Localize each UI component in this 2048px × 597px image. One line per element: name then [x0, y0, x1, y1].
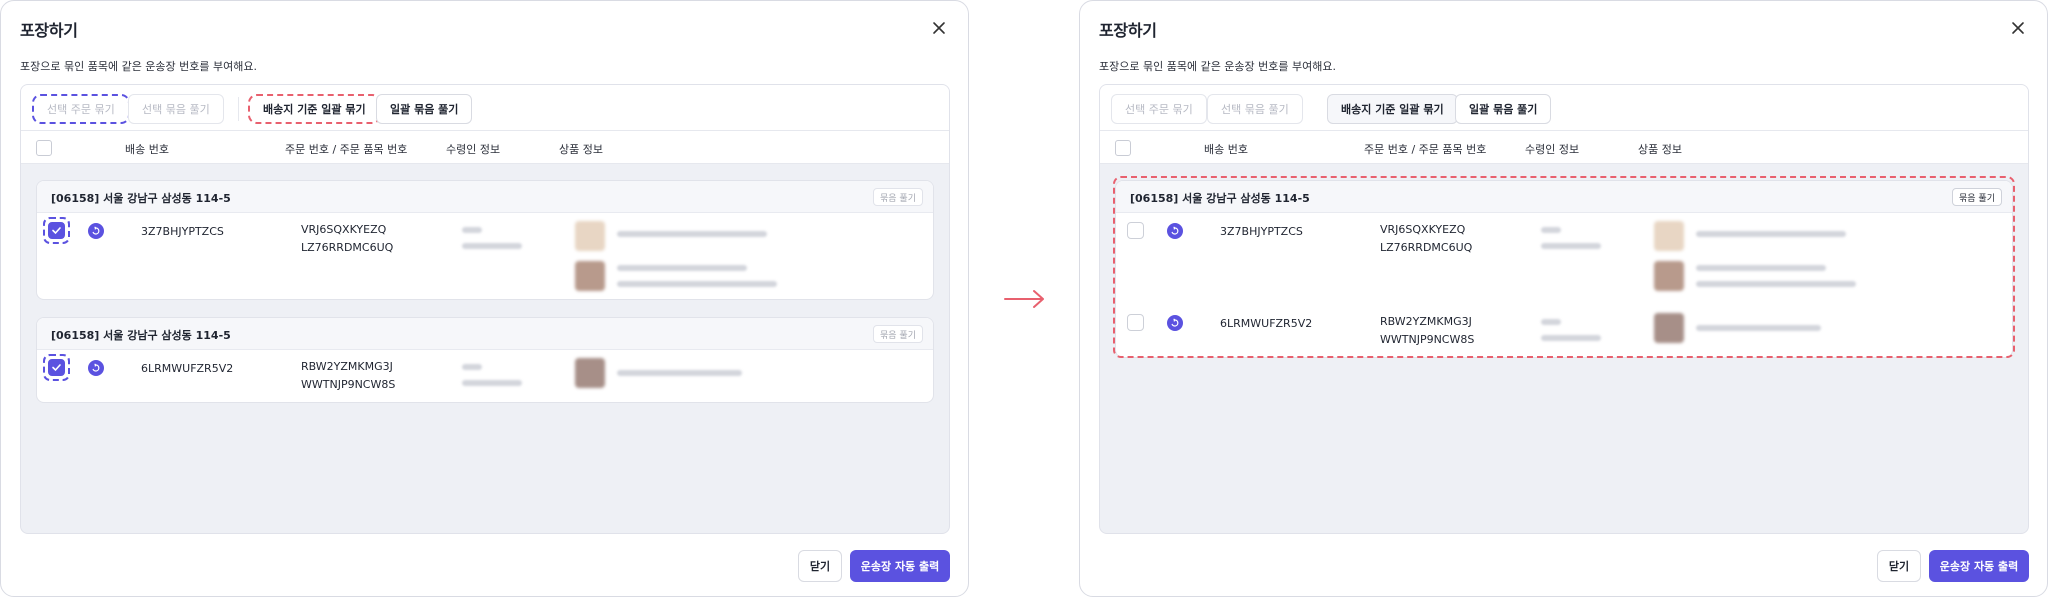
toolbar-divider: [238, 97, 239, 121]
column-shipping-no: 배송 번호: [125, 143, 169, 156]
order-item-number: LZ76RRDMC6UQ: [301, 241, 394, 254]
order-numbers: RBW2YZMKMG3J WWTNJP9NCW8S: [301, 358, 395, 394]
group-unbundle-button[interactable]: 묶음 풀기: [873, 188, 923, 206]
group-address: [06158] 서울 강남구 삼성동 114-5: [51, 329, 231, 342]
product-thumbnail: [575, 261, 605, 291]
select-all-checkbox[interactable]: [36, 140, 52, 156]
unbundle-all-button[interactable]: 일괄 묶음 풀기: [1455, 94, 1552, 124]
close-icon[interactable]: [928, 17, 950, 39]
bundle-by-destination-button[interactable]: 배송지 기준 일괄 묶기: [1327, 94, 1458, 124]
product-thumbnail: [575, 221, 605, 251]
table-header: 배송 번호 주문 번호 / 주문 품목 번호 수령인 정보 상품 정보: [21, 131, 949, 164]
shipping-number: 3Z7BHJYPTZCS: [141, 225, 224, 238]
print-waybill-button[interactable]: 운송장 자동 출력: [1929, 550, 2029, 582]
product-blurred: [617, 281, 777, 287]
right-arrow-icon: [1004, 290, 1044, 308]
group-unbundle-button[interactable]: 묶음 풀기: [873, 325, 923, 343]
bundle-selected-orders-button[interactable]: 선택 주문 묶기: [32, 94, 130, 124]
recipient-blurred: [462, 243, 522, 249]
table-row: 3Z7BHJYPTZCS VRJ6SQXKYEZQ LZ76RRDMC6UQ: [37, 213, 933, 299]
column-order-no: 주문 번호 / 주문 품목 번호: [285, 143, 408, 156]
dialog-title: 포장하기: [1099, 21, 1157, 40]
order-item-number: WWTNJP9NCW8S: [301, 378, 396, 391]
shipping-status-icon: [88, 360, 104, 376]
shipping-status-icon: [88, 223, 104, 239]
column-recipient: 수령인 정보: [1525, 143, 1580, 156]
row-checkbox[interactable]: [48, 359, 65, 376]
shipping-number: 6LRMWUFZR5V2: [141, 362, 234, 375]
column-product: 상품 정보: [1638, 143, 1682, 156]
bundle-group: [06158] 서울 강남구 삼성동 114-5 묶음 풀기 6LRMWUFZR…: [36, 317, 934, 403]
order-number: RBW2YZMKMG3J: [301, 360, 393, 373]
product-thumbnail: [575, 358, 605, 388]
column-product: 상품 정보: [559, 143, 603, 156]
column-recipient: 수령인 정보: [446, 143, 501, 156]
packing-dialog-before: 포장하기 포장으로 묶인 품목에 같은 운송장 번호를 부여해요. 선택 주문 …: [0, 0, 969, 597]
group-header: [06158] 서울 강남구 삼성동 114-5 묶음 풀기: [37, 318, 933, 350]
dialog-title: 포장하기: [20, 21, 78, 40]
toolbar: 선택 주문 묶기 선택 묶음 풀기 배송지 기준 일괄 묶기 일괄 묶음 풀기: [21, 85, 949, 131]
group-header: [06158] 서울 강남구 삼성동 114-5 묶음 풀기: [37, 181, 933, 213]
dialog-description: 포장으로 묶인 품목에 같은 운송장 번호를 부여해요.: [1099, 60, 1336, 73]
bundle-group: [06158] 서울 강남구 삼성동 114-5 묶음 풀기 3Z7BHJYPT…: [36, 180, 934, 300]
group-address: [06158] 서울 강남구 삼성동 114-5: [51, 192, 231, 205]
recipient-blurred: [462, 380, 522, 386]
unbundle-selected-button[interactable]: 선택 묶음 풀기: [128, 94, 224, 124]
print-waybill-button[interactable]: 운송장 자동 출력: [850, 550, 950, 582]
close-button[interactable]: 닫기: [798, 550, 842, 582]
product-blurred: [617, 265, 747, 271]
recipient-blurred: [462, 227, 482, 233]
close-button[interactable]: 닫기: [1877, 550, 1921, 582]
column-order-no: 주문 번호 / 주문 품목 번호: [1364, 143, 1487, 156]
row-checkbox[interactable]: [48, 222, 65, 239]
select-all-checkbox[interactable]: [1115, 140, 1131, 156]
close-icon[interactable]: [2007, 17, 2029, 39]
table-row: 6LRMWUFZR5V2 RBW2YZMKMG3J WWTNJP9NCW8S: [37, 350, 933, 402]
column-shipping-no: 배송 번호: [1204, 143, 1248, 156]
recipient-blurred: [462, 364, 482, 370]
product-blurred: [617, 231, 767, 237]
toolbar: 선택 주문 묶기 선택 묶음 풀기 배송지 기준 일괄 묶기 일괄 묶음 풀기: [1100, 85, 2028, 131]
order-numbers: VRJ6SQXKYEZQ LZ76RRDMC6UQ: [301, 221, 393, 257]
bundle-by-destination-button[interactable]: 배송지 기준 일괄 묶기: [248, 94, 381, 124]
unbundle-all-button[interactable]: 일괄 묶음 풀기: [376, 94, 473, 124]
packing-panel: 선택 주문 묶기 선택 묶음 풀기 배송지 기준 일괄 묶기 일괄 묶음 풀기 …: [20, 84, 950, 534]
unbundle-selected-button[interactable]: 선택 묶음 풀기: [1207, 94, 1303, 124]
packing-dialog-after: 포장하기 포장으로 묶인 품목에 같은 운송장 번호를 부여해요. 선택 주문 …: [1079, 0, 2048, 597]
dialog-description: 포장으로 묶인 품목에 같은 운송장 번호를 부여해요.: [20, 60, 257, 73]
table-header: 배송 번호 주문 번호 / 주문 품목 번호 수령인 정보 상품 정보: [1100, 131, 2028, 164]
stage: 포장하기 포장으로 묶인 품목에 같은 운송장 번호를 부여해요. 선택 주문 …: [0, 0, 2048, 597]
bundled-group-highlight: [1113, 176, 2015, 358]
product-blurred: [617, 370, 742, 376]
bundle-selected-orders-button[interactable]: 선택 주문 묶기: [1111, 94, 1207, 124]
order-number: VRJ6SQXKYEZQ: [301, 223, 387, 236]
